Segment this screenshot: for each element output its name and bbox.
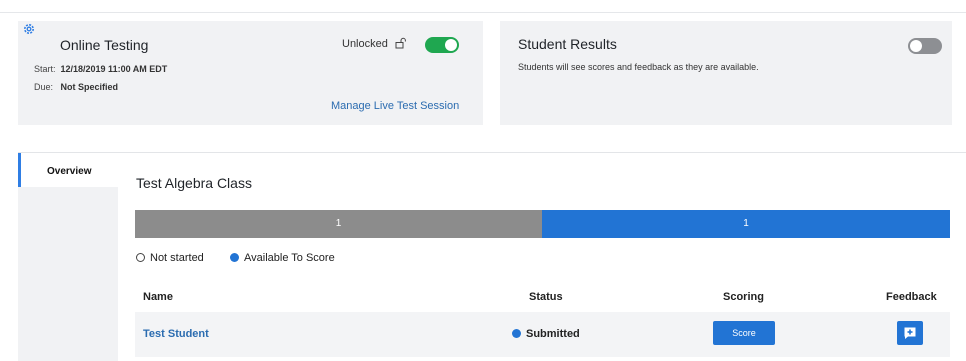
due-row: Due: Not Specified xyxy=(34,82,118,92)
empty-circle-icon xyxy=(136,253,145,262)
student-name-link[interactable]: Test Student xyxy=(143,328,209,340)
student-results-toggle[interactable] xyxy=(908,38,942,54)
column-header-scoring: Scoring xyxy=(723,291,764,303)
tab-overview-label: Overview xyxy=(47,166,92,177)
column-header-feedback: Feedback xyxy=(886,291,937,303)
online-testing-title: Online Testing xyxy=(60,37,149,53)
legend-available-label: Available To Score xyxy=(244,252,335,264)
toggle-knob xyxy=(445,39,457,51)
column-header-status: Status xyxy=(529,291,563,303)
online-testing-card: Online Testing Start: 12/18/2019 11:00 A… xyxy=(18,21,483,125)
blue-dot-icon xyxy=(230,253,239,262)
legend-not-started-label: Not started xyxy=(150,252,204,264)
student-results-title: Student Results xyxy=(518,36,617,52)
top-divider xyxy=(0,12,966,13)
start-value: 12/18/2019 11:00 AM EDT xyxy=(60,64,168,74)
status-text: Submitted xyxy=(526,328,580,340)
start-row: Start: 12/18/2019 11:00 AM EDT xyxy=(34,64,167,74)
tab-overview[interactable]: Overview xyxy=(18,153,118,187)
progress-segment-available-to-score: 1 xyxy=(542,210,950,238)
class-title: Test Algebra Class xyxy=(136,175,252,191)
progress-count-available-to-score: 1 xyxy=(743,218,749,229)
progress-segment-not-started: 1 xyxy=(135,210,542,238)
unlock-toggle[interactable] xyxy=(425,37,459,53)
student-results-card: Student Results Students will see scores… xyxy=(500,21,952,125)
column-header-name: Name xyxy=(143,291,173,303)
score-button[interactable]: Score xyxy=(713,321,775,345)
legend-available-to-score: Available To Score xyxy=(230,252,335,264)
progress-count-not-started: 1 xyxy=(335,218,342,229)
legend-not-started: Not started xyxy=(136,252,204,264)
status-dot-icon xyxy=(512,329,521,338)
comment-icon xyxy=(904,327,916,339)
student-results-description: Students will see scores and feedback as… xyxy=(518,62,759,72)
status-cell: Submitted xyxy=(512,328,580,340)
start-label: Start: xyxy=(34,64,56,74)
table-row: Test Student Submitted Score xyxy=(135,312,950,357)
due-value: Not Specified xyxy=(60,82,119,92)
manage-live-test-session-link[interactable]: Manage Live Test Session xyxy=(331,100,459,112)
feedback-button[interactable] xyxy=(897,321,923,345)
class-overview-panel: Overview Test Algebra Class 1 1 Not star… xyxy=(18,152,966,361)
due-label: Due: xyxy=(34,82,54,92)
settings-gear-icon[interactable] xyxy=(22,22,36,36)
lock-status-label: Unlocked xyxy=(342,38,388,50)
toggle-knob xyxy=(910,40,922,52)
unlock-icon xyxy=(395,37,406,49)
